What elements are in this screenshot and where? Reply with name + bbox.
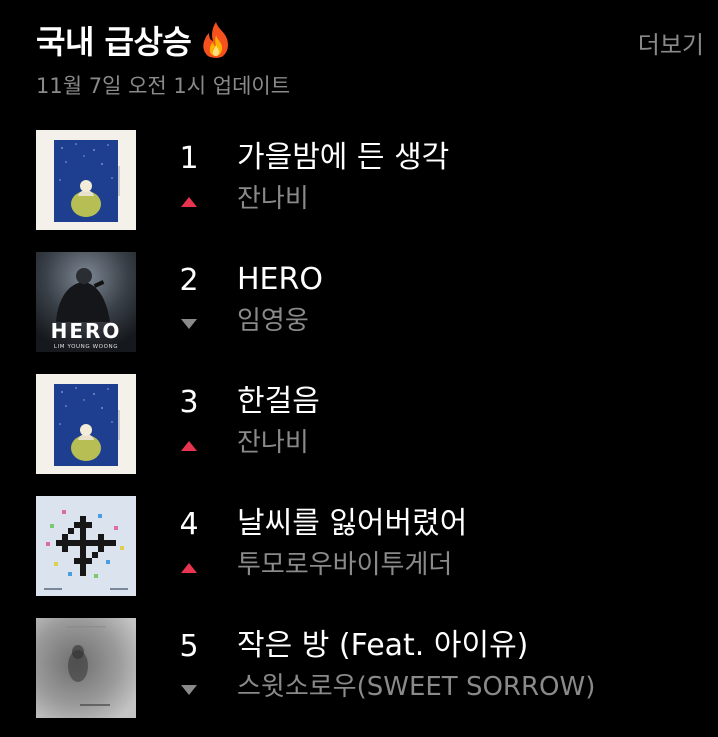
fire-icon <box>199 21 233 70</box>
rank-number: 2 <box>179 263 199 298</box>
song-title: HERO <box>237 262 323 297</box>
artist-name: 임영웅 <box>237 306 309 336</box>
album-cover[interactable]: HERO LIM YOUNG WOONG <box>36 252 136 352</box>
album-cover[interactable] <box>36 618 136 718</box>
section-title-text: 국내 급상승 <box>36 23 192 61</box>
triangle-up-icon <box>179 194 199 208</box>
song-title: 한걸음 <box>237 384 320 419</box>
cover-text: HERO <box>51 319 122 343</box>
artist-name: 스윗소로우(SWEET SORROW) <box>237 672 596 702</box>
triangle-down-icon <box>179 316 199 330</box>
header: 국내 급상승 더보기 <box>36 20 704 70</box>
triangle-down-icon <box>179 682 199 696</box>
rank-number: 1 <box>179 141 199 176</box>
chart-widget: 국내 급상승 더보기 11월 7일 오전 1시 업데이트 1 가을밤에 든 생각… <box>0 0 718 737</box>
rank-number: 3 <box>179 385 199 420</box>
more-link[interactable]: 더보기 <box>638 30 704 60</box>
section-title: 국내 급상승 <box>36 20 233 70</box>
album-cover[interactable] <box>36 374 136 474</box>
album-cover[interactable] <box>36 496 136 596</box>
song-title: 작은 방 (Feat. 아이유) <box>237 628 529 663</box>
artist-name: 잔나비 <box>237 184 309 214</box>
rank-number: 4 <box>179 507 199 542</box>
song-title: 가을밤에 든 생각 <box>237 140 450 175</box>
chart-row[interactable]: 4 날씨를 잃어버렸어 투모로우바이투게더 <box>36 496 718 598</box>
rank-number: 5 <box>179 629 199 664</box>
cover-subtext: LIM YOUNG WOONG <box>54 344 118 350</box>
triangle-up-icon <box>179 560 199 574</box>
artist-name: 잔나비 <box>237 428 309 458</box>
song-title: 날씨를 잃어버렸어 <box>237 506 468 541</box>
triangle-up-icon <box>179 438 199 452</box>
update-timestamp: 11월 7일 오전 1시 업데이트 <box>36 74 291 98</box>
chart-row[interactable]: 5 작은 방 (Feat. 아이유) 스윗소로우(SWEET SORROW) <box>36 618 718 720</box>
artist-name: 투모로우바이투게더 <box>237 550 453 580</box>
chart-row[interactable]: 1 가을밤에 든 생각 잔나비 <box>36 130 718 232</box>
album-cover[interactable] <box>36 130 136 230</box>
chart-row[interactable]: HERO LIM YOUNG WOONG 2 HERO 임영웅 <box>36 252 718 354</box>
chart-row[interactable]: 3 한걸음 잔나비 <box>36 374 718 476</box>
